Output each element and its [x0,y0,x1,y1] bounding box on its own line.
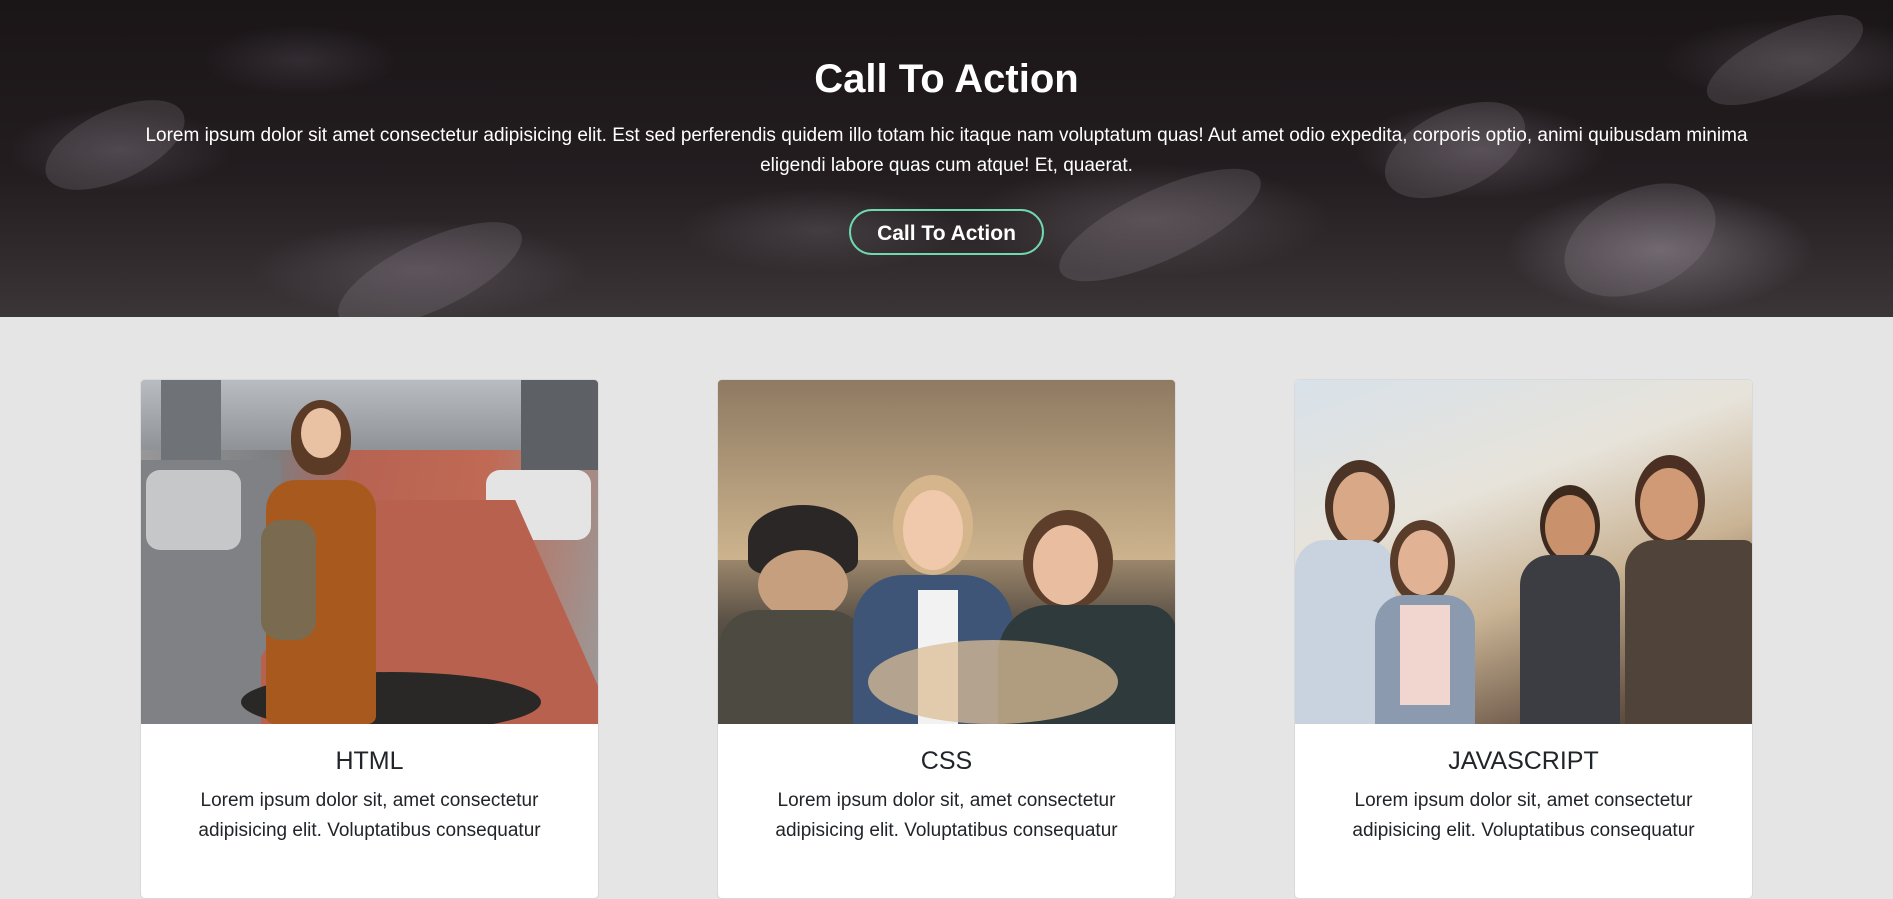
card-image-javascript [1295,380,1752,724]
card-title: CSS [920,747,973,775]
hero-description: Lorem ipsum dolor sit amet consectetur a… [145,125,1748,176]
card-image-css [718,380,1175,724]
card-text: Lorem ipsum dolor sit, amet consectetur … [1352,790,1695,841]
call-to-action-button[interactable]: Call To Action [849,209,1044,255]
card-css: CSS Lorem ipsum dolor sit, amet consecte… [717,379,1176,899]
card-image-html [141,380,598,724]
hero-content: Call To Action Lorem ipsum dolor sit ame… [0,0,1893,255]
card-text: Lorem ipsum dolor sit, amet consectetur … [198,790,541,841]
hero-title: Call To Action [814,57,1079,101]
card-title: JAVASCRIPT [1448,747,1599,775]
card-title: HTML [335,747,404,775]
card-html: HTML Lorem ipsum dolor sit, amet consect… [140,379,599,899]
card-text: Lorem ipsum dolor sit, amet consectetur … [775,790,1118,841]
card-javascript: JAVASCRIPT Lorem ipsum dolor sit, amet c… [1294,379,1753,899]
hero-section: Call To Action Lorem ipsum dolor sit ame… [0,0,1893,317]
